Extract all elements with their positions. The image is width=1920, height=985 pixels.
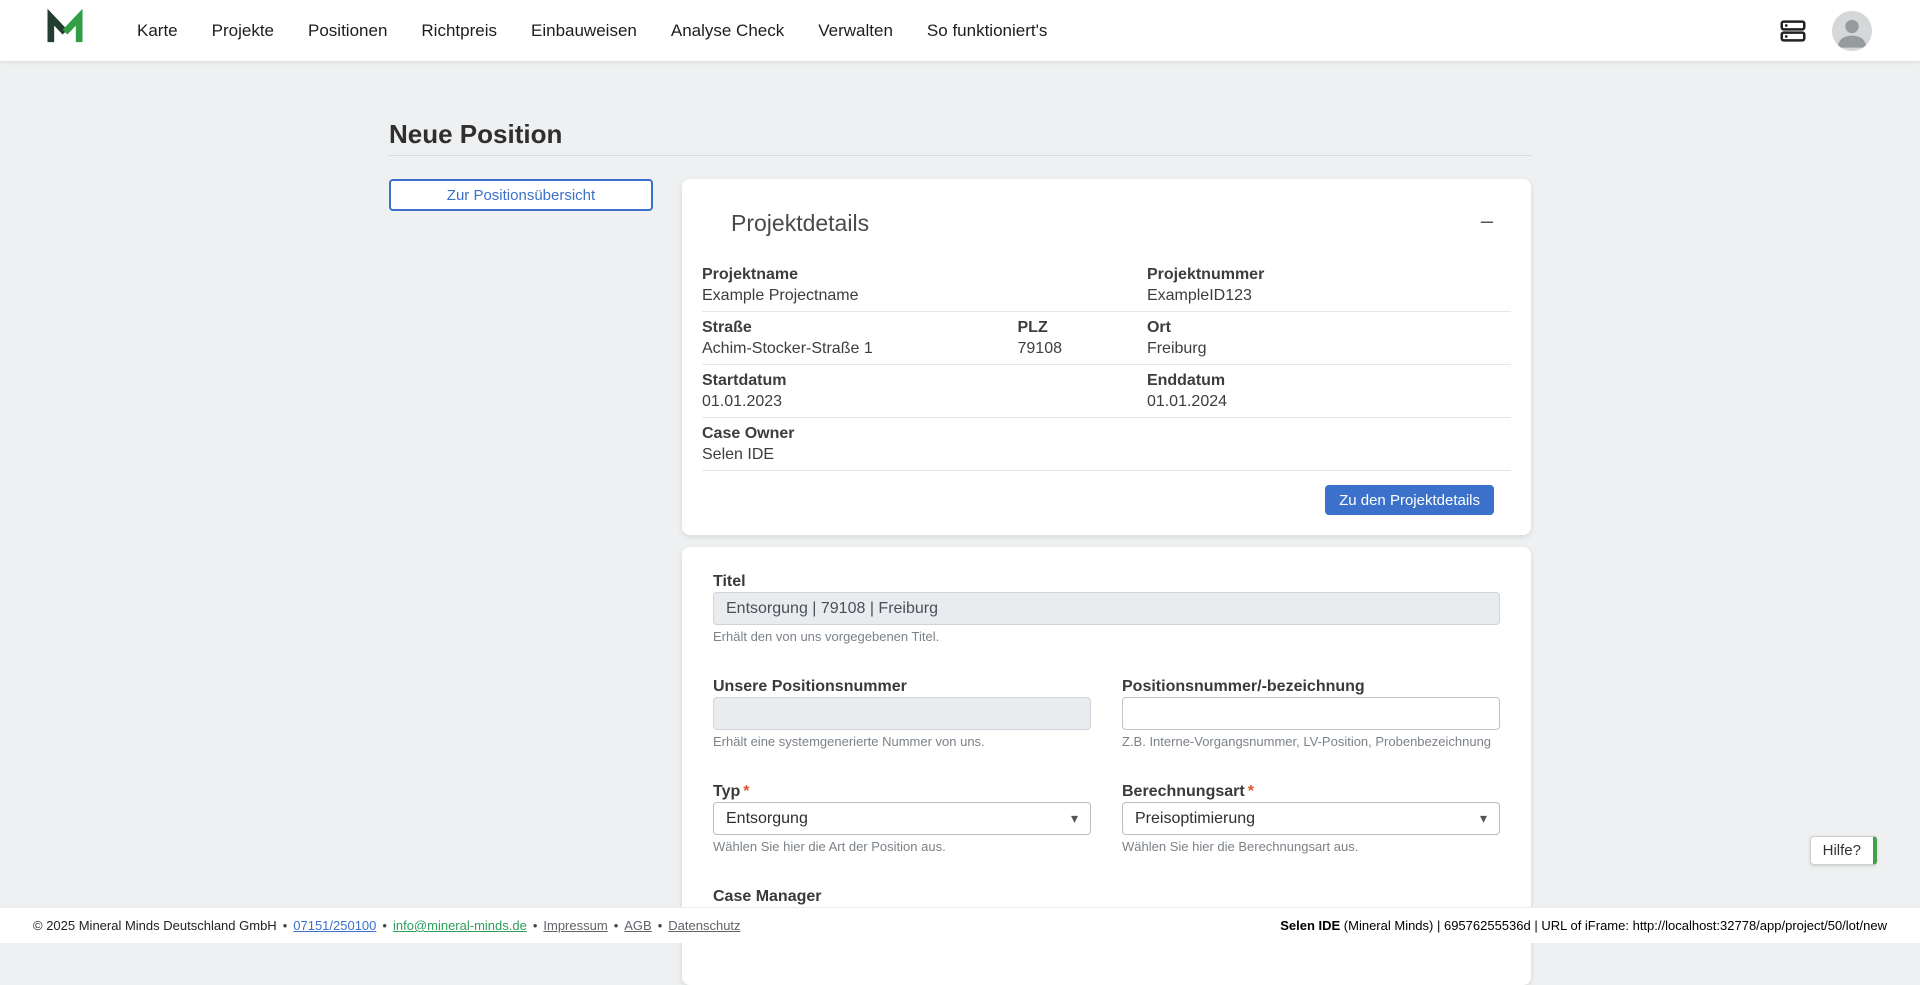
typ-helper: Wählen Sie hier die Art der Position aus… [713, 839, 1091, 855]
footer-user: Selen IDE [1280, 918, 1340, 933]
titel-label: Titel [713, 573, 1500, 590]
footer-session-info: Selen IDE (Mineral Minds) | 69576255536d… [1280, 918, 1887, 933]
startdatum-value: 01.01.2023 [702, 392, 1018, 411]
project-card-title: Projektdetails [731, 209, 869, 237]
footer: © 2025 Mineral Minds Deutschland GmbH • … [0, 907, 1920, 943]
left-column: Zur Positionsübersicht [389, 179, 653, 211]
plz-value: 79108 [1018, 339, 1147, 358]
titel-input [713, 592, 1500, 625]
email-link[interactable]: info@mineral-minds.de [393, 918, 527, 933]
projektnummer-value: ExampleID123 [1147, 286, 1511, 305]
table-row: Case Owner Selen IDE [702, 418, 1511, 471]
strasse-label: Straße [702, 318, 1018, 337]
positionsnummer-input[interactable] [1122, 697, 1500, 730]
copyright-text: © 2025 Mineral Minds Deutschland GmbH [33, 918, 277, 933]
top-nav-bar: Karte Projekte Positionen Richtpreis Ein… [0, 0, 1920, 61]
titel-helper: Erhält den von uns vorgegebenen Titel. [713, 629, 1500, 645]
phone-link[interactable]: 07151/250100 [293, 918, 376, 933]
footer-separator: • [614, 918, 619, 933]
enddatum-value: 01.01.2024 [1147, 392, 1511, 411]
titel-field: Titel Erhält den von uns vorgegebenen Ti… [713, 573, 1500, 645]
back-to-positions-button[interactable]: Zur Positionsübersicht [389, 179, 653, 211]
nav-item-karte[interactable]: Karte [137, 21, 178, 41]
projektnummer-label: Projektnummer [1147, 265, 1511, 284]
positionsnummer-label: Positionsnummer/-bezeichnung [1122, 678, 1500, 695]
main-nav: Karte Projekte Positionen Richtpreis Ein… [137, 21, 1047, 41]
page-title: Neue Position [389, 121, 1531, 147]
table-row: Projektname Example Projectname Projektn… [702, 259, 1511, 312]
person-icon [1832, 11, 1872, 51]
logo-icon [45, 8, 85, 53]
ort-label: Ort [1147, 318, 1511, 337]
nav-item-projekte[interactable]: Projekte [212, 21, 274, 41]
nav-item-positionen[interactable]: Positionen [308, 21, 387, 41]
main-content: Neue Position Zur Positionsübersicht Pro… [389, 61, 1531, 985]
project-details-card: Projektdetails – Projektname Example Pro… [682, 179, 1531, 535]
right-column: Projektdetails – Projektname Example Pro… [682, 179, 1531, 985]
footer-session-text: (Mineral Minds) | 69576255536d | URL of … [1340, 918, 1887, 933]
impressum-link[interactable]: Impressum [543, 918, 607, 933]
datenschutz-link[interactable]: Datenschutz [668, 918, 740, 933]
berechnungsart-select[interactable]: Preisoptimierung ▾ [1122, 802, 1500, 835]
plz-label: PLZ [1018, 318, 1147, 337]
case-owner-label: Case Owner [702, 424, 1018, 443]
required-asterisk: * [1248, 783, 1254, 800]
server-icon[interactable] [1778, 16, 1808, 46]
footer-left: © 2025 Mineral Minds Deutschland GmbH • … [33, 918, 741, 933]
nav-item-einbauweisen[interactable]: Einbauweisen [531, 21, 637, 41]
footer-separator: • [533, 918, 538, 933]
title-divider [389, 155, 1531, 156]
enddatum-label: Enddatum [1147, 371, 1511, 390]
berechnungsart-label: Berechnungsart* [1122, 783, 1500, 800]
berechnungsart-select-value: Preisoptimierung [1135, 810, 1255, 828]
case-owner-value: Selen IDE [702, 445, 1018, 464]
required-asterisk: * [743, 783, 749, 800]
project-details-button[interactable]: Zu den Projektdetails [1325, 485, 1494, 515]
app-logo[interactable] [45, 8, 85, 53]
strasse-value: Achim-Stocker-Straße 1 [702, 339, 1018, 358]
chevron-down-icon: ▾ [1480, 810, 1487, 827]
footer-separator: • [382, 918, 387, 933]
berechnungsart-field: Berechnungsart* Preisoptimierung ▾ Wähle… [1122, 783, 1500, 855]
user-avatar[interactable] [1832, 11, 1872, 51]
unsere-positionsnummer-helper: Erhält eine systemgenerierte Nummer von … [713, 734, 1091, 750]
unsere-positionsnummer-field: Unsere Positionsnummer Erhält eine syste… [713, 678, 1091, 750]
project-details-table: Projektname Example Projectname Projektn… [702, 259, 1511, 471]
typ-field: Typ* Entsorgung ▾ Wählen Sie hier die Ar… [713, 783, 1091, 855]
typ-select-value: Entsorgung [726, 810, 808, 828]
help-button-label: Hilfe? [1823, 842, 1861, 859]
collapse-button[interactable]: – [1475, 209, 1499, 233]
ort-value: Freiburg [1147, 339, 1511, 358]
help-button[interactable]: Hilfe? [1810, 836, 1877, 865]
typ-label: Typ* [713, 783, 1091, 800]
typ-select[interactable]: Entsorgung ▾ [713, 802, 1091, 835]
projektname-label: Projektname [702, 265, 1018, 284]
nav-item-analyse-check[interactable]: Analyse Check [671, 21, 784, 41]
positionsnummer-field: Positionsnummer/-bezeichnung Z.B. Intern… [1122, 678, 1500, 750]
nav-item-verwalten[interactable]: Verwalten [818, 21, 893, 41]
agb-link[interactable]: AGB [624, 918, 651, 933]
header-right [1778, 11, 1872, 51]
berechnungsart-helper: Wählen Sie hier die Berechnungsart aus. [1122, 839, 1500, 855]
table-row: Straße Achim-Stocker-Straße 1 PLZ 79108 … [702, 312, 1511, 365]
minus-icon: – [1481, 208, 1493, 233]
chevron-down-icon: ▾ [1071, 810, 1078, 827]
table-row: Startdatum 01.01.2023 Enddatum 01.01.202… [702, 365, 1511, 418]
unsere-positionsnummer-input [713, 697, 1091, 730]
positionsnummer-helper: Z.B. Interne-Vorgangsnummer, LV-Position… [1122, 734, 1500, 750]
nav-item-so-funktionierts[interactable]: So funktioniert's [927, 21, 1047, 41]
projektname-value: Example Projectname [702, 286, 1018, 305]
case-manager-label: Case Manager [713, 888, 1091, 905]
startdatum-label: Startdatum [702, 371, 1018, 390]
footer-separator: • [658, 918, 663, 933]
unsere-positionsnummer-label: Unsere Positionsnummer [713, 678, 1091, 695]
footer-separator: • [283, 918, 288, 933]
nav-item-richtpreis[interactable]: Richtpreis [421, 21, 497, 41]
